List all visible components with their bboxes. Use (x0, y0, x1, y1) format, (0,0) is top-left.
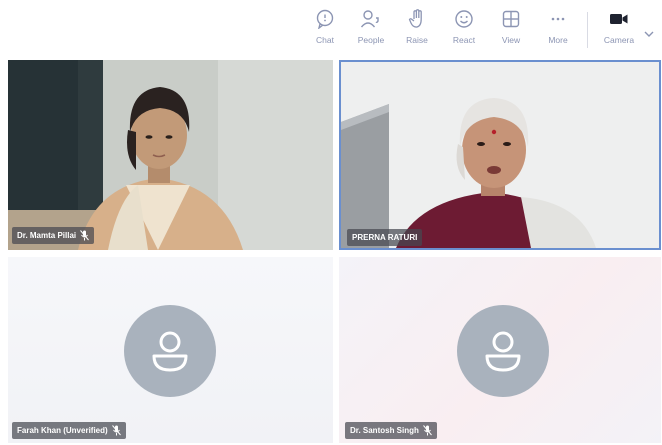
react-label: React (452, 35, 476, 45)
avatar (457, 305, 549, 397)
mic-muted-icon (111, 425, 121, 436)
more-icon (547, 8, 569, 30)
raise-hand-icon (406, 8, 428, 30)
toolbar-divider (587, 12, 588, 48)
more-label: More (548, 35, 568, 45)
camera-button[interactable]: Camera (596, 8, 642, 52)
chat-icon (314, 8, 336, 30)
participant-tile-1[interactable]: Dr. Mamta Pillai (8, 60, 333, 250)
participant-name: Farah Khan (Unverified) (17, 426, 108, 435)
people-icon (360, 8, 382, 30)
participant-name-tag: Farah Khan (Unverified) (12, 422, 126, 439)
raise-label: Raise (406, 35, 428, 45)
view-label: View (501, 35, 521, 45)
camera-icon (608, 8, 630, 30)
raise-hand-button[interactable]: Raise (394, 8, 440, 52)
more-button[interactable]: More (535, 8, 581, 52)
participant-name: Dr. Mamta Pillai (17, 231, 77, 240)
participant-name: PRERNA RATURI (352, 233, 418, 242)
react-button[interactable]: React (441, 8, 487, 52)
participant-tile-3[interactable]: Farah Khan (Unverified) (8, 257, 333, 443)
participant-tile-2[interactable]: PRERNA RATURI (339, 60, 661, 250)
participant-video (8, 60, 333, 250)
meeting-toolbar: Chat People Raise React View More Camera (0, 0, 662, 58)
chat-button[interactable]: Chat (302, 8, 348, 52)
react-icon (453, 8, 475, 30)
participant-video (341, 62, 659, 248)
chat-label: Chat (316, 35, 334, 45)
people-button[interactable]: People (348, 8, 394, 52)
person-icon (152, 331, 188, 372)
people-label: People (357, 35, 385, 45)
mic-muted-icon (423, 425, 432, 436)
avatar (124, 305, 216, 397)
participant-name-tag: Dr. Santosh Singh (345, 422, 437, 439)
participant-name-tag: PRERNA RATURI (347, 229, 423, 246)
view-button[interactable]: View (488, 8, 534, 52)
camera-options-chevron-icon[interactable] (642, 26, 656, 37)
mic-muted-icon (80, 230, 90, 241)
camera-label: Camera (603, 35, 635, 45)
view-icon (500, 8, 522, 30)
participant-name-tag: Dr. Mamta Pillai (12, 227, 95, 244)
participant-name: Dr. Santosh Singh (350, 426, 419, 435)
participant-tile-4[interactable]: Dr. Santosh Singh (339, 257, 661, 443)
person-icon (485, 331, 521, 372)
